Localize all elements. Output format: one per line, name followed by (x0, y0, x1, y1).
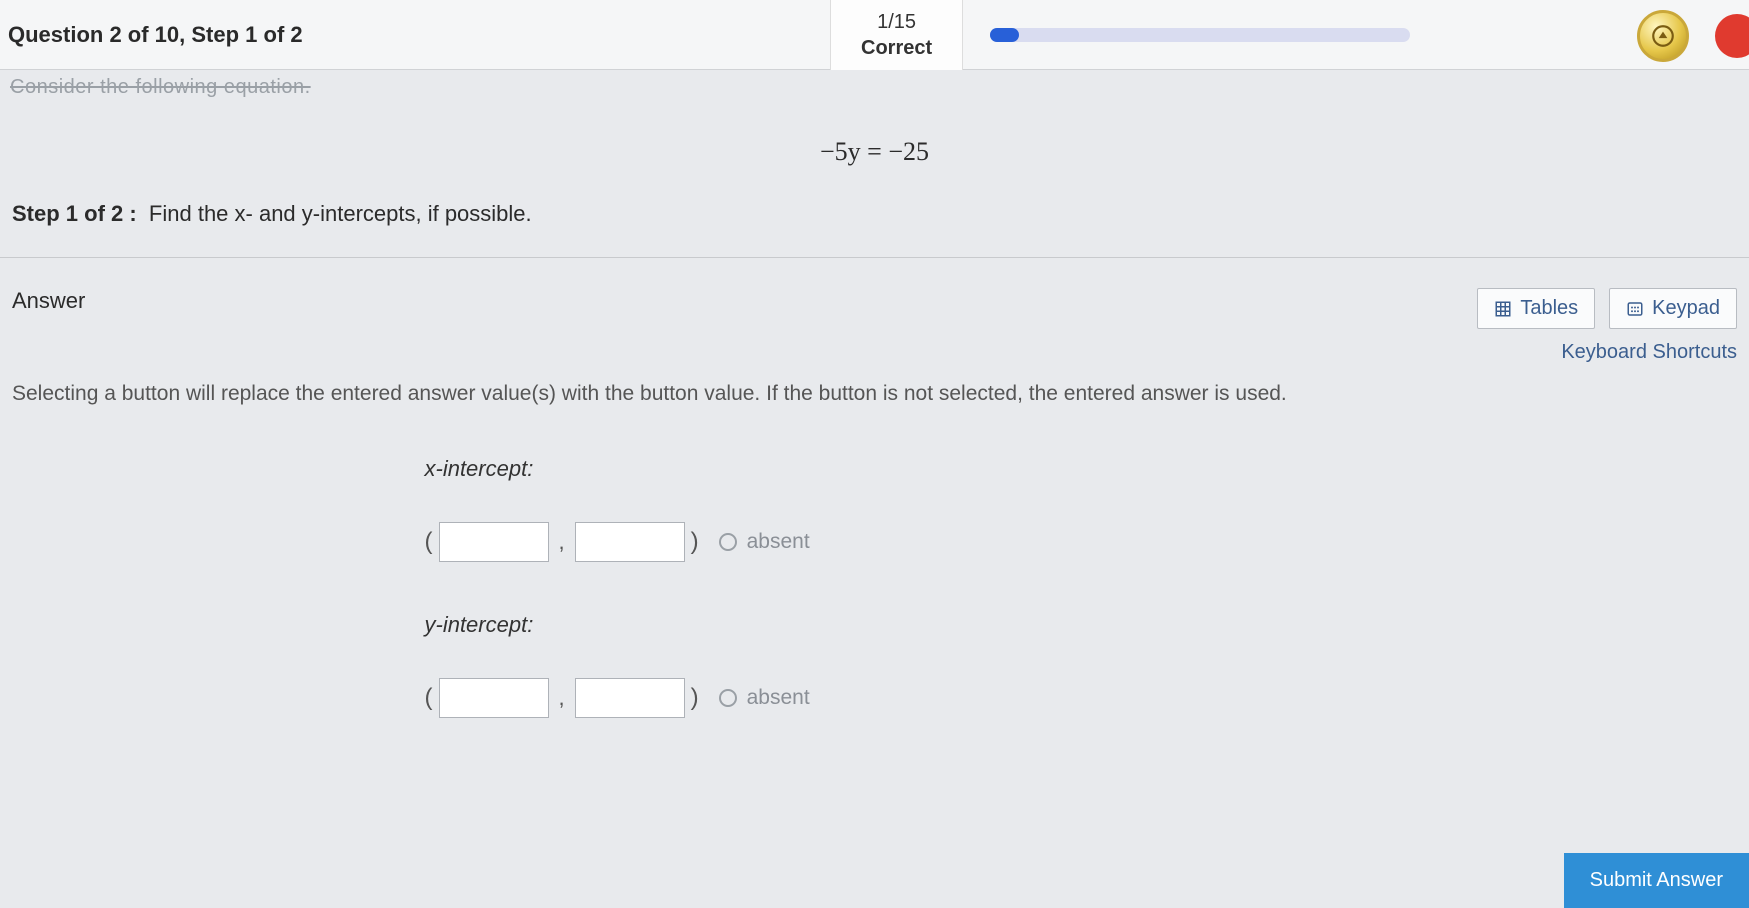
y-intercept-x-input[interactable] (439, 678, 549, 718)
y-intercept-y-input[interactable] (575, 678, 685, 718)
open-paren: ( (425, 684, 433, 712)
notification-dot[interactable] (1715, 14, 1749, 58)
x-intercept-label: x-intercept: (425, 456, 1325, 482)
x-intercept-y-input[interactable] (575, 522, 685, 562)
step-text: Find the x- and y-intercepts, if possibl… (149, 201, 532, 226)
open-paren: ( (425, 528, 433, 556)
close-paren: ) (691, 528, 699, 556)
y-intercept-label: y-intercept: (425, 612, 1325, 638)
comma: , (555, 529, 569, 555)
progress-bar-fill (990, 28, 1019, 42)
step-prefix: Step 1 of 2 : (12, 201, 137, 226)
keypad-icon (1626, 300, 1644, 318)
step-instruction: Step 1 of 2 : Find the x- and y-intercep… (0, 201, 1749, 257)
progress-box: 1/15 Correct (830, 0, 963, 70)
x-intercept-row: ( , ) absent (425, 522, 1325, 562)
keypad-button[interactable]: Keypad (1609, 288, 1737, 329)
progress-bar (990, 28, 1410, 42)
y-absent-option[interactable]: absent (719, 686, 810, 710)
y-absent-label: absent (747, 686, 810, 710)
faded-prompt: Consider the following equation. (0, 70, 1749, 113)
keyboard-shortcuts-link[interactable]: Keyboard Shortcuts (0, 337, 1749, 382)
close-paren: ) (691, 684, 699, 712)
submit-answer-button[interactable]: Submit Answer (1564, 853, 1749, 908)
x-intercept-x-input[interactable] (439, 522, 549, 562)
question-step-label: Question 2 of 10, Step 1 of 2 (0, 22, 303, 48)
progress-label: Correct (861, 35, 932, 61)
answer-hint: Selecting a button will replace the ente… (0, 382, 1749, 456)
equation-display: −5y = −25 (0, 137, 1749, 167)
top-bar: Question 2 of 10, Step 1 of 2 1/15 Corre… (0, 0, 1749, 70)
keypad-button-label: Keypad (1652, 297, 1720, 320)
radio-icon (719, 689, 737, 707)
radio-icon (719, 533, 737, 551)
tables-button[interactable]: Tables (1477, 288, 1595, 329)
answer-heading: Answer (12, 288, 1477, 314)
coin-badge[interactable] (1637, 10, 1689, 62)
y-intercept-row: ( , ) absent (425, 678, 1325, 718)
x-absent-option[interactable]: absent (719, 530, 810, 554)
comma: , (555, 685, 569, 711)
table-icon (1494, 300, 1512, 318)
x-absent-label: absent (747, 530, 810, 554)
tables-button-label: Tables (1520, 297, 1578, 320)
progress-count: 1/15 (861, 9, 932, 35)
coin-icon (1650, 23, 1676, 49)
